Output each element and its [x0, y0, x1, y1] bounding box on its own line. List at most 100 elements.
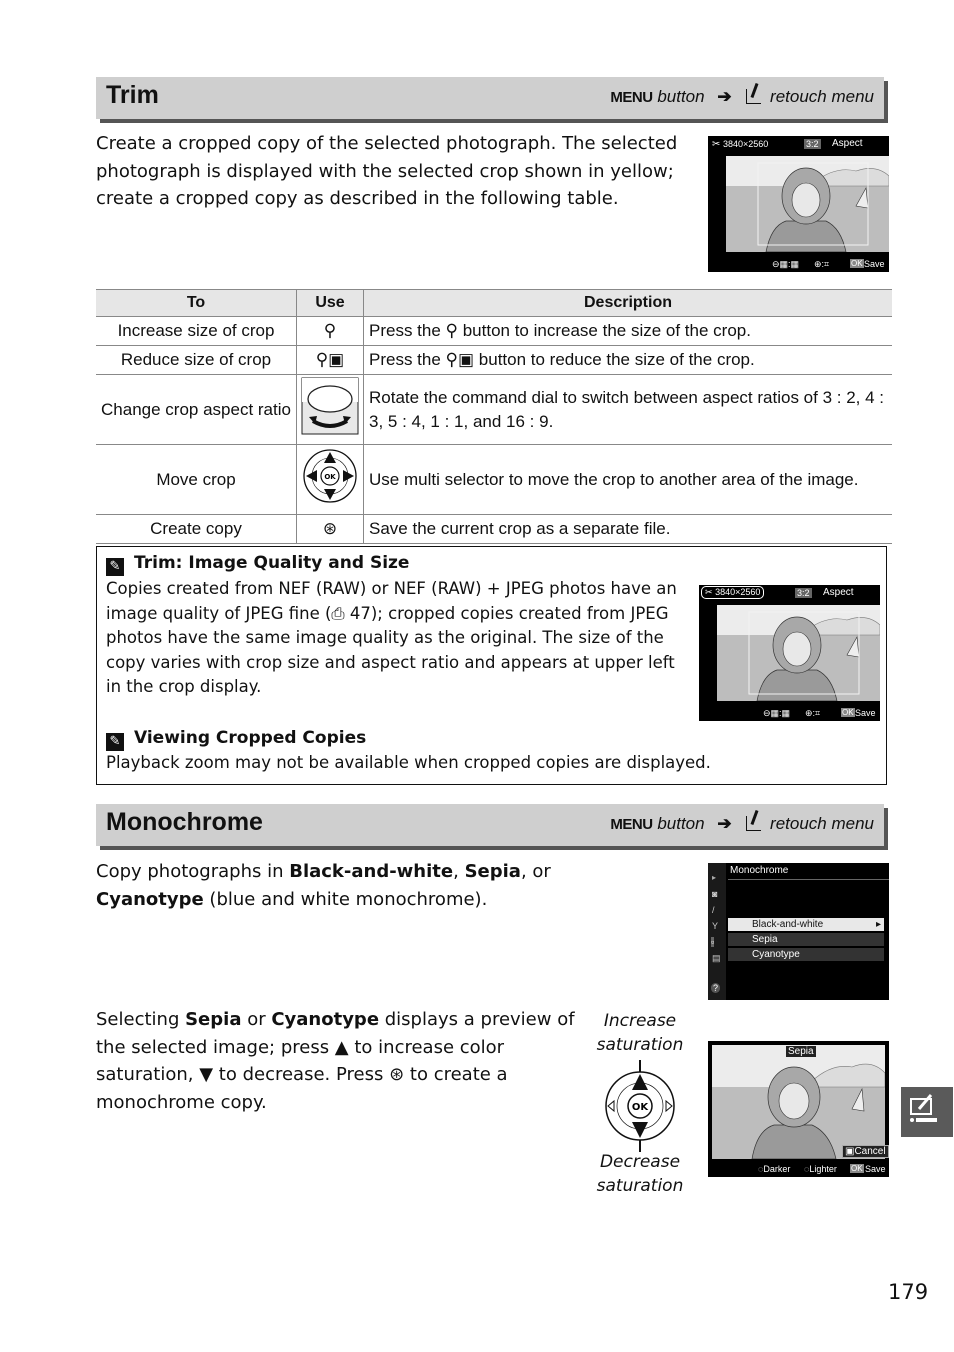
crop-size-camera-screen: ✂ 3840×2560 3:2 Aspect ⊖▦:▦ ⊕:⌗ OK Save	[699, 585, 880, 721]
crop-size-highlight: ✂ 3840×2560	[701, 586, 765, 599]
note-title: Viewing Cropped Copies	[134, 728, 367, 748]
option-cyanotype: Cyanotype	[96, 888, 204, 910]
text: ,	[453, 861, 465, 882]
row-to: Increase size of crop	[96, 316, 297, 346]
multi-selector-icon: OK	[296, 444, 364, 515]
ok-badge: OK	[841, 708, 855, 717]
text: , or	[520, 861, 551, 882]
crop-size: 3840×2560	[715, 587, 761, 597]
increase-saturation-caption: Increase saturation	[596, 1011, 684, 1055]
menu-sidebar: ▸ ◙ / Y ▫ ▤ ?	[708, 863, 726, 1000]
col-header-description: Description	[363, 289, 892, 317]
note-heading: ✎ Viewing Cropped Copies	[106, 728, 366, 751]
zoom-in-icon: ⚲	[296, 316, 364, 346]
retouch-chapter-tab	[901, 1087, 953, 1137]
menu-title: Monochrome	[730, 865, 789, 876]
row-description: Save the current crop as a separate file…	[363, 514, 892, 544]
crop-size: 3840×2560	[723, 139, 769, 149]
zoom-in-hint-icon: ⊕:⌗	[814, 259, 830, 269]
save-hint: Save	[865, 1164, 886, 1174]
retouch-menu-label: retouch menu	[770, 814, 874, 833]
menu-item-label: Cyanotype	[752, 949, 800, 960]
ok-badge: OK	[850, 1164, 864, 1173]
zoom-out-thumbnail-icon: ⚲▣	[296, 345, 364, 375]
ok-badge: OK	[850, 259, 864, 268]
darker-hint: ◌Darker	[758, 1164, 790, 1174]
note-body: Playback zoom may not be available when …	[106, 753, 711, 772]
table-row: Reduce size of crop ⚲▣ Press the ⚲▣ butt…	[96, 345, 892, 375]
option-black-and-white: Black-and-white	[289, 861, 454, 882]
zoom-out-hint-icon: ⊖▦:▦	[772, 259, 800, 269]
lighter-hint: ◌Lighter	[804, 1164, 837, 1174]
wrench-icon: Y	[712, 921, 719, 931]
save-hint: Save	[864, 259, 885, 269]
menu-item-label: Black-and-white	[752, 919, 824, 930]
menu-item-label: Sepia	[752, 934, 778, 945]
retouch-menu-label: retouch menu	[770, 87, 874, 106]
section-title: Trim	[106, 81, 159, 109]
aspect-label: Aspect	[823, 587, 854, 598]
retouch-menu-icon	[910, 1094, 937, 1122]
menu-button-label: MENU	[610, 816, 653, 833]
trim-controls-table: To Use Description Increase size of crop…	[96, 289, 892, 544]
text: or	[241, 1009, 272, 1030]
retouch-icon: ▫	[711, 937, 715, 947]
zoom-out-hint-icon: ⊖▦:▦	[763, 708, 791, 718]
recent-settings-icon: ▤	[712, 953, 721, 963]
button-word: button	[657, 814, 705, 833]
arrow-icon: ➔	[717, 87, 732, 106]
trim-camera-screen: ✂ 3840×2560 3:2 Aspect ⊖▦:▦ ⊕:⌗ OK Save	[708, 136, 889, 272]
sepia-label: Sepia	[786, 1046, 816, 1057]
aspect-label: Aspect	[832, 138, 863, 149]
desc-pre: Press the	[369, 321, 446, 340]
menu-item-cyanotype[interactable]: Cyanotype	[728, 948, 884, 961]
camera-icon: ◙	[712, 889, 718, 899]
monochrome-intro: Copy photographs in Black-and-white, Sep…	[96, 858, 576, 913]
trim-section-header: Trim MENU button ➔ retouch menu	[96, 77, 884, 119]
ok-button-icon: ⊛	[296, 514, 364, 544]
menu-path: MENU button ➔ retouch menu	[610, 87, 874, 107]
table-row: Change crop aspect ratio Rotate the comm…	[96, 374, 892, 445]
menu-item-black-and-white[interactable]: Black-and-white ▸	[728, 918, 884, 931]
menu-item-sepia[interactable]: Sepia	[728, 933, 884, 946]
row-description: Rotate the command dial to switch betwee…	[363, 374, 892, 445]
pencil-icon: /	[712, 905, 715, 915]
retouch-menu-icon	[746, 816, 762, 831]
table-row: Increase size of crop ⚲ Press the ⚲ butt…	[96, 316, 892, 346]
text: Selecting	[96, 1009, 186, 1030]
cancel-label: Cancel	[854, 1146, 886, 1157]
row-to: Reduce size of crop	[96, 345, 297, 375]
divider	[728, 879, 889, 880]
desc-post: button to reduce the size of the crop.	[474, 350, 755, 369]
section-title: Monochrome	[106, 808, 263, 836]
notes-box: ✎ Trim: Image Quality and Size Copies cre…	[96, 546, 887, 785]
multi-selector-saturation-icon: OK	[605, 1060, 675, 1152]
aspect-ratio-value: 3:2	[795, 588, 812, 598]
table-row: Create copy ⊛ Save the current crop as a…	[96, 514, 892, 544]
portrait-illustration	[717, 605, 880, 702]
row-description: Use multi selector to move the crop to a…	[363, 444, 892, 515]
row-description: Press the ⚲ button to increase the size …	[363, 316, 892, 346]
playback-icon: ▸	[712, 873, 717, 882]
col-header-use: Use	[296, 289, 364, 317]
zoom-in-icon: ⚲	[445, 321, 458, 340]
portrait-illustration	[726, 156, 889, 253]
svg-text:OK: OK	[324, 473, 336, 481]
zoom-out-thumbnail-icon: ⚲▣	[445, 350, 475, 369]
pencil-icon: ✎	[106, 733, 124, 751]
portrait-photo	[717, 605, 880, 702]
note-heading: ✎ Trim: Image Quality and Size	[106, 553, 409, 576]
button-word: button	[657, 87, 705, 106]
menu-button-label: MENU	[610, 89, 653, 106]
note-title: Trim: Image Quality and Size	[134, 553, 410, 573]
text: (blue and white monochrome).	[203, 888, 488, 910]
note-body: Copies created from NEF (RAW) or NEF (RA…	[106, 579, 677, 696]
ok-button-icon: ⊛	[389, 1064, 405, 1085]
save-hint: Save	[855, 708, 876, 718]
monochrome-section-header: Monochrome MENU button ➔ retouch menu	[96, 804, 884, 846]
menu-path: MENU button ➔ retouch menu	[610, 814, 874, 834]
row-to: Change crop aspect ratio	[96, 374, 297, 445]
lighter-label: Lighter	[809, 1164, 837, 1174]
decrease-saturation-caption: Decrease saturation	[596, 1152, 684, 1196]
text: Copy photographs in	[96, 861, 290, 882]
